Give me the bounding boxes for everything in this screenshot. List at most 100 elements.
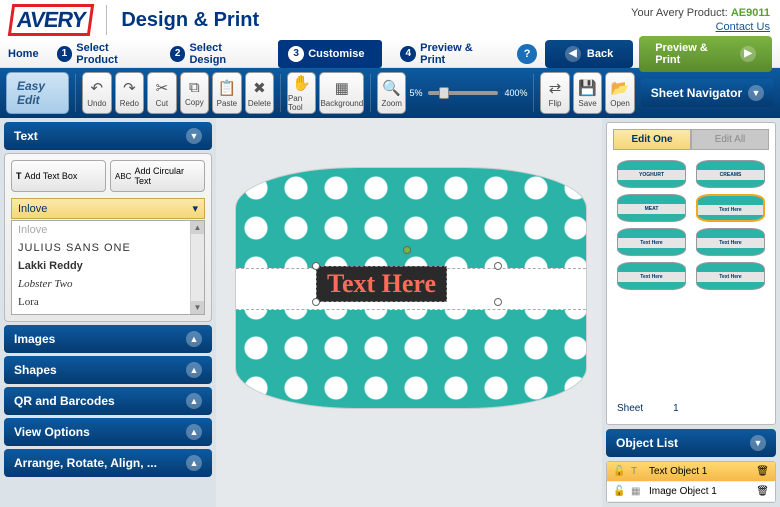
arrow-left-icon: ◀ xyxy=(565,46,581,62)
copy-button[interactable]: ⧉Copy xyxy=(180,72,210,114)
font-option[interactable]: Loved by the King xyxy=(12,311,204,315)
contact-link[interactable]: Contact Us xyxy=(631,21,770,33)
copy-icon: ⧉ xyxy=(189,79,200,96)
redo-button[interactable]: ↷Redo xyxy=(115,72,145,114)
main-area: Text▼ TAdd Text Box ABCAdd Circular Text… xyxy=(0,118,780,507)
font-option[interactable]: Lakki Reddy xyxy=(12,257,204,275)
flip-button[interactable]: ⇄Flip xyxy=(540,72,570,114)
lock-icon[interactable]: 🔓 xyxy=(613,486,625,497)
text-panel-header[interactable]: Text▼ xyxy=(4,122,212,150)
zoom-max: 400% xyxy=(504,88,527,98)
label-thumb[interactable]: Text Here xyxy=(696,262,765,290)
nav-home[interactable]: Home xyxy=(8,48,39,60)
app-subtitle: Design & Print xyxy=(121,9,259,32)
resize-handle[interactable] xyxy=(494,262,502,270)
add-circular-label: Add Circular Text xyxy=(134,166,200,186)
font-option[interactable]: Lobster Two xyxy=(12,275,204,293)
font-scrollbar[interactable]: ▲▼ xyxy=(190,221,204,314)
chevron-up-icon: ▲ xyxy=(186,362,202,378)
preview-label: Preview & Print xyxy=(655,42,734,66)
chevron-up-icon: ▲ xyxy=(186,455,202,471)
object-name: Text Object 1 xyxy=(649,466,707,477)
open-button[interactable]: 📂Open xyxy=(605,72,635,114)
label-thumb-selected[interactable]: Text Here xyxy=(696,194,765,222)
label-thumbnails: YOGHURT CREAMS MEAT Text Here Text Here … xyxy=(613,156,769,294)
help-button[interactable]: ? xyxy=(517,44,537,64)
zoom-slider[interactable] xyxy=(428,91,498,95)
zoom-thumb[interactable] xyxy=(439,87,449,99)
trash-icon[interactable]: 🗑 xyxy=(756,466,769,477)
font-option[interactable]: Lora xyxy=(12,293,204,311)
font-option[interactable]: Inlove xyxy=(12,221,204,239)
sheet-navigator-header[interactable]: Sheet Navigator▼ xyxy=(641,79,774,107)
shapes-panel-header[interactable]: Shapes▲ xyxy=(4,356,212,384)
sheet-nav-label: Sheet Navigator xyxy=(651,86,742,100)
save-button[interactable]: 💾Save xyxy=(573,72,603,114)
background-icon: ▦ xyxy=(335,79,349,97)
object-list-header[interactable]: Object List ▼ xyxy=(606,429,776,457)
font-dropdown[interactable]: Inlove▾ xyxy=(11,198,205,219)
nav-step-4[interactable]: 4Preview & Print xyxy=(400,42,499,66)
object-name: Image Object 1 xyxy=(649,486,717,497)
nav-step-1[interactable]: 1Select Product xyxy=(57,42,152,66)
add-textbox-button[interactable]: TAdd Text Box xyxy=(11,160,106,192)
delete-button[interactable]: ✖Delete xyxy=(245,72,275,114)
chevron-down-icon: ▼ xyxy=(750,435,766,451)
label-thumb[interactable]: YOGHURT xyxy=(617,160,686,188)
zoom-min: 5% xyxy=(409,88,422,98)
nav-step-3[interactable]: 3Customise xyxy=(278,40,382,68)
cut-button[interactable]: ✂Cut xyxy=(147,72,177,114)
view-options-panel-header[interactable]: View Options▲ xyxy=(4,418,212,446)
left-sidebar: Text▼ TAdd Text Box ABCAdd Circular Text… xyxy=(0,118,216,507)
resize-handle[interactable] xyxy=(312,262,320,270)
tab-edit-one[interactable]: Edit One xyxy=(613,129,691,150)
object-row[interactable]: 🔓TText Object 1🗑 xyxy=(607,462,775,482)
font-selected: Inlove xyxy=(18,203,47,215)
object-list-label: Object List xyxy=(616,436,678,450)
avery-logo: AVERY xyxy=(8,4,95,36)
label-thumb[interactable]: MEAT xyxy=(617,194,686,222)
delete-icon: ✖ xyxy=(253,79,266,97)
background-button[interactable]: ▦Background xyxy=(319,72,364,114)
add-circular-text-button[interactable]: ABCAdd Circular Text xyxy=(110,160,205,192)
trash-icon[interactable]: 🗑 xyxy=(756,486,769,497)
image-icon: ▦ xyxy=(631,486,643,497)
back-button[interactable]: ◀Back xyxy=(545,40,633,68)
sheet-label: Sheet xyxy=(617,403,643,414)
images-panel-header[interactable]: Images▲ xyxy=(4,325,212,353)
view-options-label: View Options xyxy=(14,425,90,439)
tab-edit-all[interactable]: Edit All xyxy=(691,129,769,150)
arrow-right-icon: ▶ xyxy=(740,46,756,62)
label-thumb[interactable]: Text Here xyxy=(617,262,686,290)
save-icon: 💾 xyxy=(578,79,597,97)
label-thumb[interactable]: Text Here xyxy=(617,228,686,256)
label-thumb[interactable]: CREAMS xyxy=(696,160,765,188)
nav-step-1-label: Select Product xyxy=(76,42,152,66)
arrange-panel-header[interactable]: Arrange, Rotate, Align, ... ▲ xyxy=(4,449,212,477)
paste-icon: 📋 xyxy=(218,79,237,97)
easy-edit-button[interactable]: Easy Edit xyxy=(6,72,69,114)
canvas[interactable]: Text Here xyxy=(216,118,602,507)
chevron-down-icon: ▼ xyxy=(186,128,202,144)
text-object[interactable]: Text Here xyxy=(316,266,447,302)
font-option[interactable]: JULIUS SANS ONE xyxy=(12,239,204,257)
lock-icon[interactable]: 🔓 xyxy=(613,466,625,477)
nav-step-4-label: Preview & Print xyxy=(420,42,499,66)
undo-button[interactable]: ↶Undo xyxy=(82,72,112,114)
cut-icon: ✂ xyxy=(156,79,169,97)
product-info: Your Avery Product: AE9011 Contact Us xyxy=(631,7,770,33)
zoom-button[interactable]: 🔍Zoom xyxy=(377,72,407,114)
product-label: Your Avery Product: xyxy=(631,7,728,19)
qr-panel-header[interactable]: QR and Barcodes▲ xyxy=(4,387,212,415)
nav-step-2[interactable]: 2Select Design xyxy=(170,42,260,66)
object-row[interactable]: 🔓 ▦ Image Object 1 🗑 xyxy=(607,482,775,502)
arrange-label: Arrange, Rotate, Align, ... xyxy=(14,456,157,470)
preview-print-button[interactable]: Preview & Print ▶ xyxy=(639,36,772,72)
resize-handle[interactable] xyxy=(312,298,320,306)
label-thumb[interactable]: Text Here xyxy=(696,228,765,256)
resize-handle[interactable] xyxy=(494,298,502,306)
sheet-navigator-panel: Edit One Edit All YOGHURT CREAMS MEAT Te… xyxy=(606,122,776,425)
paste-button[interactable]: 📋Paste xyxy=(212,72,242,114)
pan-tool-button[interactable]: ✋Pan Tool xyxy=(287,72,317,114)
rotate-handle[interactable] xyxy=(403,246,411,254)
